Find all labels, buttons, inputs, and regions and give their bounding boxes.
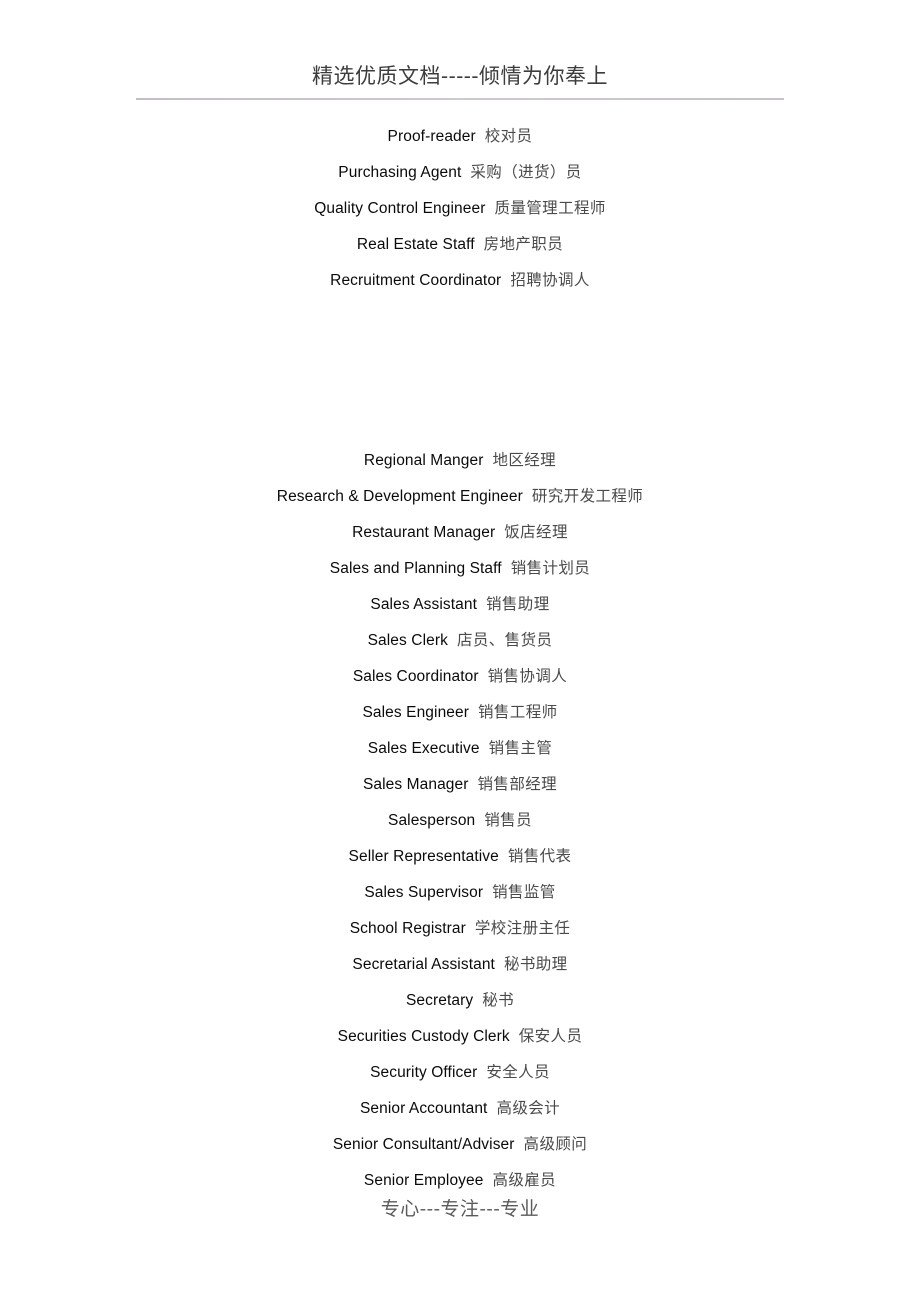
entry-english-term: Senior Employee — [363, 1172, 484, 1189]
glossary-entry: Senior Consultant/Adviser 高级顾问 — [0, 1126, 920, 1162]
glossary-entry: Security Officer 安全人员 — [0, 1054, 920, 1090]
entry-english-term: Sales Manager — [362, 776, 469, 793]
entry-english-term: Quality Control Engineer — [314, 200, 486, 217]
entry-english-term: Security Officer — [370, 1064, 478, 1081]
entry-chinese-term: 学校注册主任 — [474, 919, 571, 937]
entry-chinese-term: 校对员 — [484, 127, 533, 145]
blank-line-spacer — [0, 370, 920, 406]
document-page: 精选优质文档-----倾情为你奉上 Proof-reader 校对员 Purchas… — [0, 0, 920, 1302]
entry-chinese-term: 销售计划员 — [510, 559, 591, 577]
entry-english-term: Sales Executive — [367, 740, 480, 757]
glossary-entry: Restaurant Manager 饭店经理 — [0, 514, 920, 550]
entry-english-term: Salesperson — [388, 812, 476, 829]
entry-chinese-term: 销售主管 — [488, 739, 553, 757]
entry-chinese-term: 销售工程师 — [478, 703, 558, 721]
glossary-entry: Purchasing Agent 采购（进货）员 — [0, 154, 920, 190]
entry-english-term: Purchasing Agent — [338, 164, 462, 181]
entry-chinese-term: 秘书助理 — [503, 955, 568, 973]
entry-chinese-term: 房地产职员 — [483, 235, 564, 253]
entry-chinese-term: 质量管理工程师 — [494, 199, 606, 217]
document-header-banner: 精选优质文档-----倾情为你奉上 — [0, 62, 920, 90]
header-banner-text: 精选优质文档-----倾情为你奉上 — [312, 64, 608, 88]
glossary-entry: Senior Accountant 高级会计 — [0, 1090, 920, 1126]
entry-chinese-term: 高级雇员 — [492, 1171, 557, 1189]
glossary-entry: Sales Executive 销售主管 — [0, 730, 920, 766]
entry-chinese-term: 高级顾问 — [523, 1135, 588, 1153]
entry-english-term: Seller Representative — [348, 848, 499, 865]
header-horizontal-rule — [136, 98, 784, 100]
entry-chinese-term: 采购（进货）员 — [470, 163, 582, 181]
entry-english-term: Sales Supervisor — [364, 884, 484, 901]
entry-chinese-term: 安全人员 — [486, 1063, 550, 1081]
entry-english-term: Recruitment Coordinator — [330, 272, 502, 289]
glossary-entry: Secretary 秘书 — [0, 982, 920, 1018]
entry-english-term: Proof-reader — [387, 128, 476, 145]
glossary-entry: Salesperson 销售员 — [0, 802, 920, 838]
entry-english-term: Secretarial Assistant — [352, 956, 495, 973]
entry-chinese-term: 秘书 — [482, 991, 515, 1009]
glossary-entry: Securities Custody Clerk 保安人员 — [0, 1018, 920, 1054]
entry-english-term: Sales and Planning Staff — [329, 560, 502, 577]
glossary-entry: School Registrar 学校注册主任 — [0, 910, 920, 946]
entry-english-term: Senior Accountant — [359, 1100, 488, 1117]
entry-chinese-term: 销售助理 — [486, 595, 550, 613]
entry-chinese-term: 高级会计 — [496, 1099, 561, 1117]
entry-chinese-term: 销售代表 — [507, 847, 572, 865]
footer-banner-text: 专心---专注---专业 — [380, 1198, 540, 1220]
glossary-entry: Seller Representative 销售代表 — [0, 838, 920, 874]
blank-line-spacer — [0, 298, 920, 334]
glossary-entry: Sales Clerk 店员、售货员 — [0, 622, 920, 658]
glossary-entry: Proof-reader 校对员 — [0, 118, 920, 154]
entry-chinese-term: 销售部经理 — [477, 775, 558, 793]
entry-english-term: Sales Clerk — [367, 632, 448, 649]
entry-english-term: Sales Coordinator — [352, 668, 479, 685]
entry-english-term: Senior Consultant/Adviser — [332, 1136, 515, 1153]
entry-english-term: School Registrar — [349, 920, 466, 937]
entry-english-term: Sales Engineer — [362, 704, 469, 721]
entry-chinese-term: 销售监管 — [492, 883, 556, 901]
entry-chinese-term: 销售员 — [484, 811, 532, 829]
entry-chinese-term: 研究开发工程师 — [531, 487, 644, 505]
glossary-entry: Sales and Planning Staff 销售计划员 — [0, 550, 920, 586]
glossary-entry: Real Estate Staff 房地产职员 — [0, 226, 920, 262]
entry-english-term: Secretary — [405, 992, 474, 1009]
entry-chinese-term: 饭店经理 — [504, 523, 568, 541]
glossary-entry: Sales Coordinator 销售协调人 — [0, 658, 920, 694]
glossary-entry: Senior Employee 高级雇员 — [0, 1162, 920, 1198]
entry-english-term: Restaurant Manager — [352, 524, 496, 541]
blank-line-spacer — [0, 406, 920, 442]
document-footer-banner: 专心---专注---专业 — [0, 1195, 920, 1223]
glossary-entry: Sales Assistant 销售助理 — [0, 586, 920, 622]
glossary-entry: Secretarial Assistant 秘书助理 — [0, 946, 920, 982]
glossary-entry: Sales Supervisor 销售监管 — [0, 874, 920, 910]
entry-english-term: Real Estate Staff — [356, 236, 475, 253]
entry-english-term: Sales Assistant — [370, 596, 477, 613]
entry-chinese-term: 销售协调人 — [487, 667, 568, 685]
glossary-entry: Sales Manager 销售部经理 — [0, 766, 920, 802]
entry-chinese-term: 招聘协调人 — [510, 271, 590, 289]
blank-line-spacer — [0, 334, 920, 370]
entry-english-term: Securities Custody Clerk — [337, 1028, 510, 1045]
entry-english-term: Regional Manger — [363, 452, 484, 469]
glossary-entry: Recruitment Coordinator 招聘协调人 — [0, 262, 920, 298]
entry-chinese-term: 地区经理 — [492, 451, 557, 469]
glossary-entry: Research & Development Engineer 研究开发工程师 — [0, 478, 920, 514]
entry-chinese-term: 保安人员 — [518, 1027, 583, 1045]
entry-chinese-term: 店员、售货员 — [456, 631, 553, 649]
glossary-entry: Sales Engineer 销售工程师 — [0, 694, 920, 730]
glossary-entry: Regional Manger 地区经理 — [0, 442, 920, 478]
document-body: Proof-reader 校对员 Purchasing Agent 采购（进货）员 Qu… — [0, 118, 920, 1198]
entry-english-term: Research & Development Engineer — [276, 488, 523, 505]
glossary-entry: Quality Control Engineer 质量管理工程师 — [0, 190, 920, 226]
